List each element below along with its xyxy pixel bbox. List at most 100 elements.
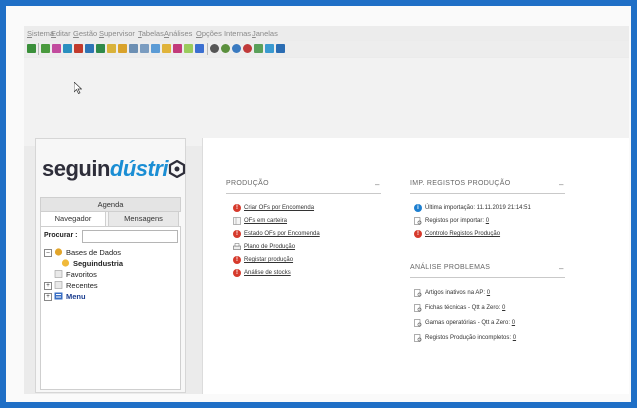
toolbar-window-icon[interactable]	[195, 44, 204, 53]
analise-item: Artigos inativos na AP: 0	[425, 290, 490, 296]
document-search-icon	[414, 319, 422, 327]
menu-editar[interactable]: Editar	[51, 29, 71, 38]
document-search-icon	[414, 217, 422, 225]
toolbar-chart-icon[interactable]	[151, 44, 160, 53]
workspace-background	[24, 58, 629, 146]
analise-item: Gamas operatórias - Qtt a Zero: 0	[425, 320, 515, 326]
database-item-icon	[61, 259, 70, 267]
toolbar-separator	[38, 43, 39, 55]
tab-mensagens[interactable]: Mensagens	[108, 211, 179, 227]
toolbar-check-icon[interactable]	[265, 44, 274, 53]
section-title-imp-registos: IMP. REGISTOS PRODUÇÃO	[410, 180, 511, 187]
left-panel: seguindústri Agenda Navegador Mensagens …	[35, 138, 186, 393]
toolbar-settings-icon[interactable]	[210, 44, 219, 53]
expand-toggle[interactable]: +	[44, 282, 52, 290]
section-divider	[410, 193, 565, 194]
section-divider	[410, 277, 565, 278]
menu-supervisor[interactable]: Supervisor	[99, 29, 135, 38]
alert-icon: !	[414, 230, 422, 238]
tree-favoritos[interactable]: Favoritos	[66, 270, 97, 279]
analise-count-link[interactable]: 0	[513, 335, 516, 341]
link-criar-ofs[interactable]: Criar OFs por Encomenda	[244, 205, 314, 211]
toolbar-edit-icon[interactable]	[162, 44, 171, 53]
tree-recentes[interactable]: Recentes	[66, 281, 98, 290]
toolbar-book-icon[interactable]	[173, 44, 182, 53]
analise-count-link[interactable]: 0	[502, 305, 505, 311]
link-plano-producao[interactable]: Plano de Produção	[244, 244, 295, 250]
app-window: Sistema Editar Gestão Supervisor Tabelas…	[24, 26, 629, 394]
menu-opcoes-internas[interactable]: Opções Internas	[196, 29, 251, 38]
toolbar-calendar-icon[interactable]	[52, 44, 61, 53]
toolbar-folder-icon[interactable]	[107, 44, 116, 53]
section-title-analise: ANÁLISE PROBLEMAS	[410, 264, 491, 271]
collapse-analise-button[interactable]: –	[559, 264, 563, 273]
analise-item-label: Registos Produção incompletos:	[425, 335, 512, 341]
section-divider	[226, 193, 381, 194]
agenda-header[interactable]: Agenda	[40, 197, 181, 212]
toolbar-grid-icon[interactable]	[63, 44, 72, 53]
seguindustria-logo: seguindústri	[42, 156, 186, 182]
toolbar	[24, 41, 629, 57]
navigator-panel: Procurar : – Bases de Dados Seguindustri…	[40, 226, 181, 390]
alert-icon: !	[233, 230, 241, 238]
tree-menu[interactable]: Menu	[66, 292, 86, 301]
menu-gestao[interactable]: Gestão	[73, 29, 97, 38]
tree-seguindustria[interactable]: Seguindustria	[73, 259, 123, 268]
collapse-imp-registos-button[interactable]: –	[559, 180, 563, 189]
to-import-text: Registos por importar: 0	[425, 218, 489, 224]
toolbar-users-icon[interactable]	[41, 44, 50, 53]
alert-icon: !	[233, 204, 241, 212]
toolbar-car-icon[interactable]	[74, 44, 83, 53]
main-content: PRODUÇÃO – ! Criar OFs por Encomenda OFs…	[202, 138, 629, 394]
logo-text: seguin	[42, 156, 110, 181]
database-icon	[54, 248, 63, 256]
printer-icon	[233, 243, 241, 250]
collapse-producao-button[interactable]: –	[375, 180, 379, 189]
tab-navegador[interactable]: Navegador	[40, 211, 106, 227]
alert-icon: !	[233, 256, 241, 264]
analise-count-link[interactable]: 0	[512, 320, 515, 326]
expand-toggle[interactable]: +	[44, 293, 52, 301]
screenshot-frame: Sistema Editar Gestão Supervisor Tabelas…	[0, 0, 637, 408]
toolbar-modules-icon[interactable]	[276, 44, 285, 53]
menu-analises[interactable]: Análises	[164, 29, 192, 38]
alert-icon: !	[233, 269, 241, 277]
link-ofs-carteira[interactable]: OFs em carteira	[244, 218, 287, 224]
link-analise-stocks[interactable]: Análise de stocks	[244, 270, 291, 276]
document-search-icon	[414, 289, 422, 297]
link-controlo-registos[interactable]: Controlo Registos Produção	[425, 231, 500, 237]
expand-toggle[interactable]: –	[44, 249, 52, 257]
toolbar-gear-blue-icon[interactable]	[232, 44, 241, 53]
menu-janelas[interactable]: Janelas	[252, 29, 278, 38]
toolbar-exit-icon[interactable]	[27, 44, 36, 53]
toolbar-plus-minus-icon[interactable]	[184, 44, 193, 53]
recent-icon	[54, 281, 63, 289]
toolbar-person-icon[interactable]	[96, 44, 105, 53]
toolbar-separator	[207, 43, 208, 55]
toolbar-gear-green-icon[interactable]	[221, 44, 230, 53]
toolbar-gear-red-icon[interactable]	[243, 44, 252, 53]
toolbar-sheet-icon[interactable]	[254, 44, 263, 53]
menu-bar: Sistema Editar Gestão Supervisor Tabelas…	[24, 26, 629, 40]
analise-item: Fichas técnicas - Qtt a Zero: 0	[425, 305, 505, 311]
toolbar-folder-open-icon[interactable]	[118, 44, 127, 53]
toolbar-table-icon[interactable]	[129, 44, 138, 53]
document-search-icon	[414, 304, 422, 312]
link-estado-ofs[interactable]: Estado OFs por Encomenda	[244, 231, 320, 237]
analise-item: Registos Produção incompletos: 0	[425, 335, 516, 341]
mouse-cursor-icon	[74, 82, 82, 94]
menu-icon	[54, 292, 63, 300]
link-registar-producao[interactable]: Registar produção	[244, 257, 293, 263]
info-icon: i	[414, 204, 422, 212]
logo-hexagon-icon	[168, 159, 186, 179]
analise-count-link[interactable]: 0	[487, 290, 490, 296]
search-input[interactable]	[82, 230, 178, 243]
to-import-count-link[interactable]: 0	[486, 218, 489, 224]
toolbar-list-icon[interactable]	[85, 44, 94, 53]
tree-bases-de-dados[interactable]: Bases de Dados	[66, 248, 121, 257]
analise-item-label: Artigos inativos na AP:	[425, 290, 486, 296]
favorites-icon	[54, 270, 63, 278]
menu-tabelas[interactable]: Tabelas	[138, 29, 164, 38]
toolbar-report-icon[interactable]	[140, 44, 149, 53]
logo-accent-text: dústri	[109, 156, 169, 181]
